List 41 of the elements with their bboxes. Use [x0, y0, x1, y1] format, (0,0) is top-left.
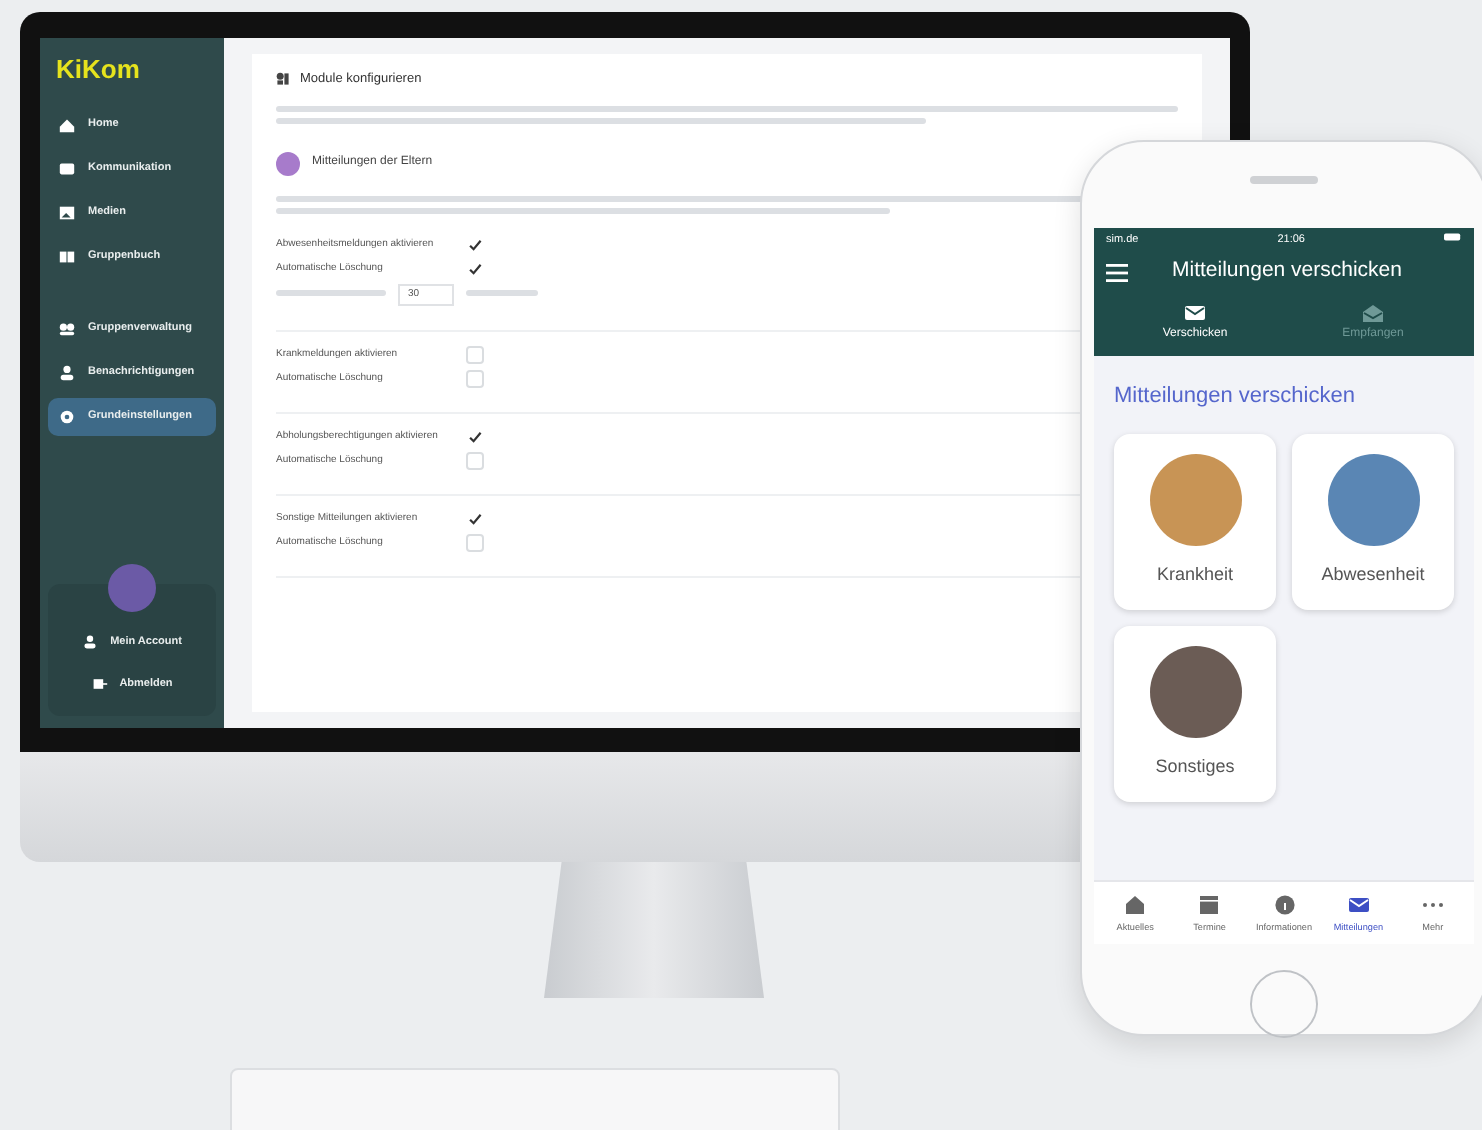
checkbox[interactable]: [466, 260, 484, 279]
checkbox[interactable]: [466, 452, 484, 471]
checkbox[interactable]: [466, 510, 484, 529]
checkbox[interactable]: [466, 534, 484, 553]
photo-placeholder: [1149, 645, 1241, 738]
person-icon: [82, 633, 99, 650]
checkbox[interactable]: [466, 370, 484, 389]
category-tile[interactable]: Abwesenheit: [1292, 433, 1454, 609]
blurred-text-drawing: [466, 289, 538, 302]
avatar-circle: [108, 563, 156, 611]
person-icon: [58, 363, 76, 381]
checkbox[interactable]: [466, 428, 484, 447]
group-icon: [58, 319, 76, 337]
speaker-drawing: [1250, 176, 1318, 184]
book-icon: [58, 247, 76, 265]
logout-icon: [91, 675, 108, 692]
blurred-text-drawing: [276, 289, 386, 302]
calendar-icon: [1198, 894, 1221, 917]
section-heading: Mitteilungen verschicken: [1114, 382, 1357, 412]
home-icon: [58, 115, 76, 133]
category-tile[interactable]: Sonstiges: [1114, 625, 1276, 801]
house-icon: [1124, 894, 1147, 917]
envelope-icon: [1184, 304, 1206, 322]
photo-placeholder: [1327, 453, 1419, 546]
settings-icon: [58, 407, 76, 425]
home-button[interactable]: [1250, 970, 1318, 1038]
app-title: Mitteilungen verschicken: [1172, 256, 1402, 287]
photo-placeholder: [1149, 453, 1241, 546]
checkbox[interactable]: [466, 346, 484, 365]
logo: KiKom: [56, 52, 142, 88]
modules-icon: [276, 72, 290, 87]
section-icon: [276, 151, 300, 176]
category-tile[interactable]: Krankheit: [1114, 433, 1276, 609]
menu-icon: [1106, 263, 1128, 282]
battery-icon: [1444, 232, 1462, 242]
checkbox[interactable]: [466, 236, 484, 255]
envelope-icon: [1347, 894, 1370, 917]
image-icon: [58, 203, 76, 221]
info-icon: [1273, 894, 1295, 917]
chat-icon: [58, 159, 76, 177]
open-envelope-icon: [1362, 304, 1384, 322]
